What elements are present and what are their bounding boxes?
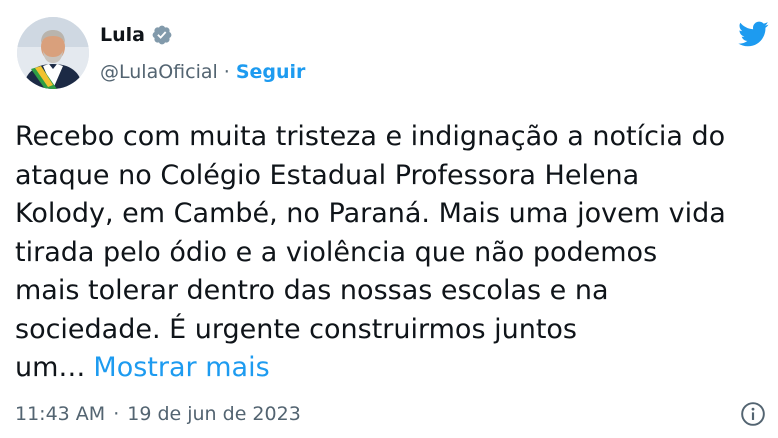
tweet-meta: 11:43 AM · 19 de jun de 2023 <box>15 403 301 425</box>
tweet-line: Kolody, em Cambé, no Paraná. Mais uma jo… <box>15 198 726 229</box>
tweet-line: tirada pelo ódio e a violência que não p… <box>15 236 658 268</box>
tweet-text: Recebo com muita tristeza e indignação a… <box>15 118 767 388</box>
follow-button[interactable]: Seguir <box>236 61 306 83</box>
tweet-time[interactable]: 11:43 AM <box>15 403 105 425</box>
handle-separator: · <box>223 61 230 83</box>
twitter-bird-icon[interactable] <box>734 18 772 50</box>
meta-separator: · <box>113 403 120 425</box>
verified-badge-icon <box>151 24 173 46</box>
avatar[interactable] <box>17 17 89 89</box>
author-handle-row: @LulaOficial · Seguir <box>100 61 305 83</box>
tweet-date[interactable]: 19 de jun de 2023 <box>127 403 301 425</box>
author-name[interactable]: Lula <box>100 24 145 46</box>
show-more-link[interactable]: Mostrar mais <box>93 352 269 383</box>
info-icon[interactable] <box>740 401 766 427</box>
tweet-last-line: um… Mostrar mais <box>15 349 767 388</box>
tweet-line: mais tolerar dentro das nossas escolas e… <box>15 275 609 306</box>
tweet-line: sociedade. É urgente construirmos juntos <box>15 313 578 345</box>
avatar-image <box>17 17 89 89</box>
author-name-row: Lula <box>100 24 173 46</box>
tweet-line-truncated: um… <box>15 352 86 383</box>
tweet-line: Recebo com muita tristeza e indignação a… <box>15 121 726 152</box>
tweet-line: ataque no Colégio Estadual Professora He… <box>15 159 640 191</box>
author-handle[interactable]: @LulaOficial <box>100 61 218 83</box>
